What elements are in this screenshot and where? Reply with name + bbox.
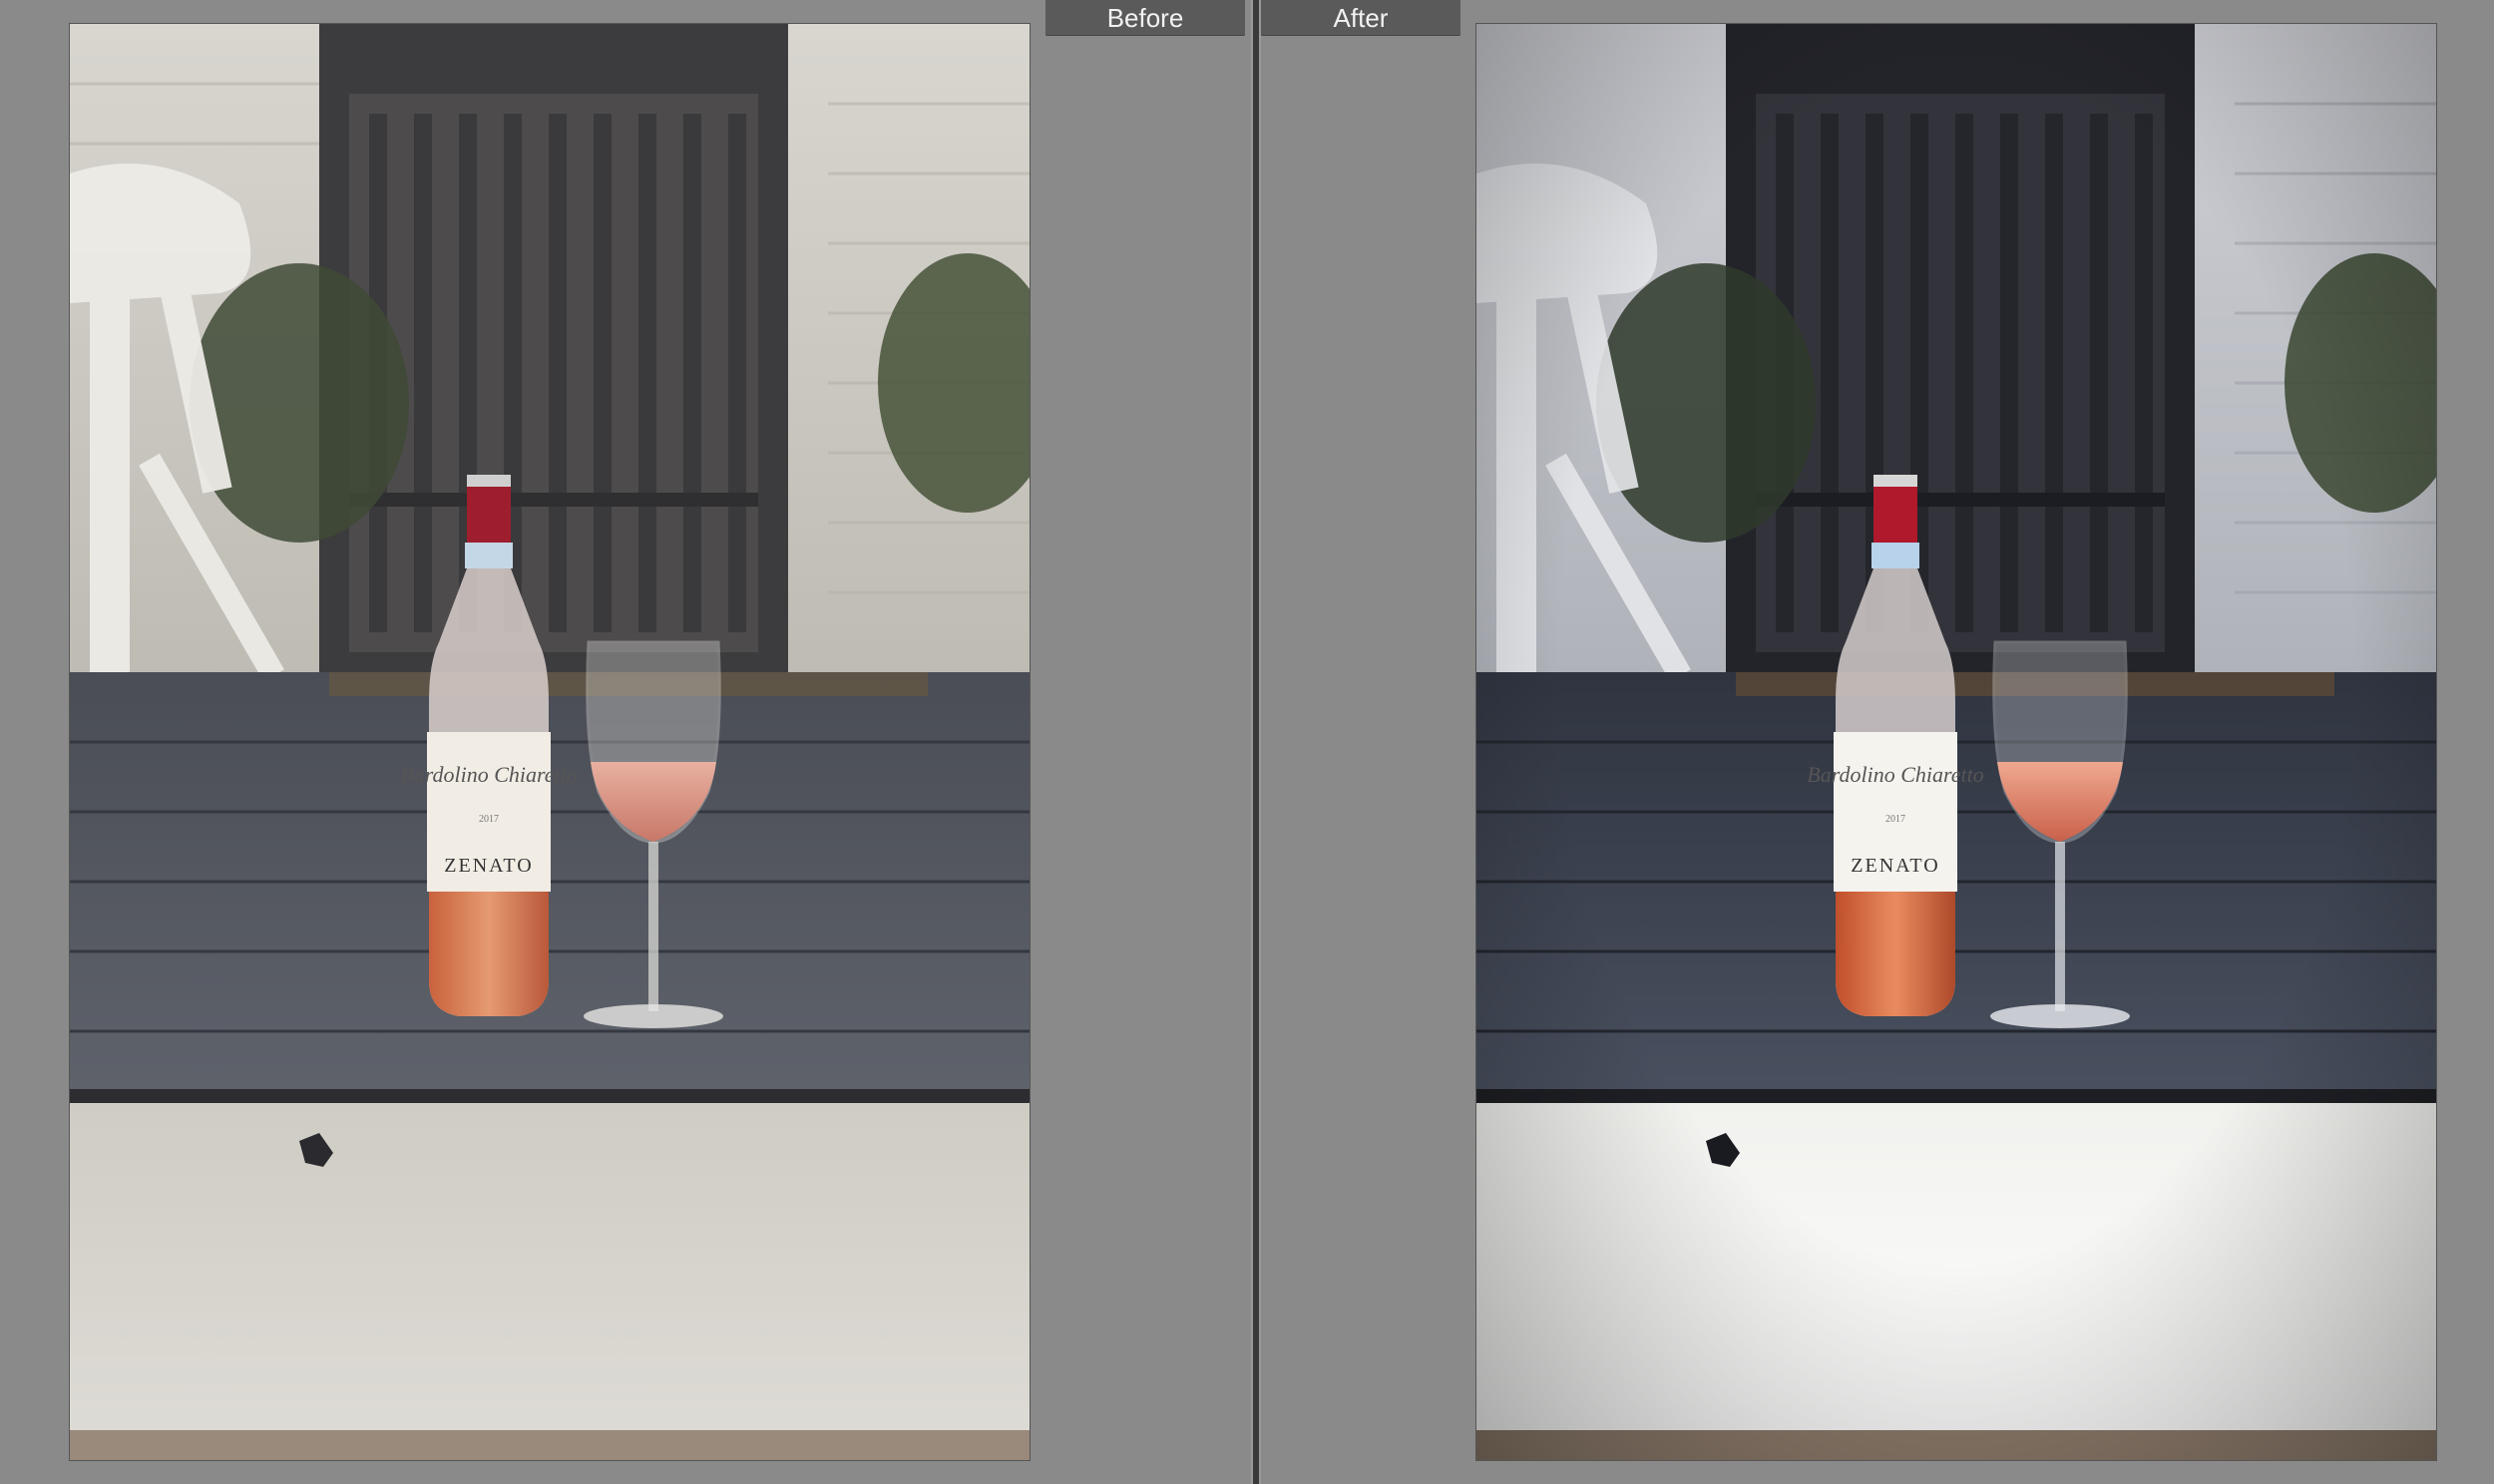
after-photo[interactable]: Bardolino Chiaretto 2017 ZENATO: [1476, 24, 2436, 1460]
svg-text:ZENATO: ZENATO: [444, 855, 533, 877]
svg-text:2017: 2017: [479, 814, 499, 825]
before-photo-image: Bardolino Chiaretto 2017 ZENATO: [70, 24, 1030, 1460]
after-label: After: [1261, 0, 1460, 36]
svg-text:Bardolino Chiaretto: Bardolino Chiaretto: [400, 762, 577, 787]
before-label: Before: [1045, 0, 1245, 36]
after-photo-image: Bardolino Chiaretto 2017 ZENATO: [1476, 24, 2436, 1460]
split-divider[interactable]: [1251, 0, 1261, 1484]
before-after-compare-view: Before After Bardolino Chiaretto 2017 ZE…: [0, 0, 2494, 1484]
before-photo[interactable]: Bardolino Chiaretto 2017 ZENATO: [70, 24, 1030, 1460]
